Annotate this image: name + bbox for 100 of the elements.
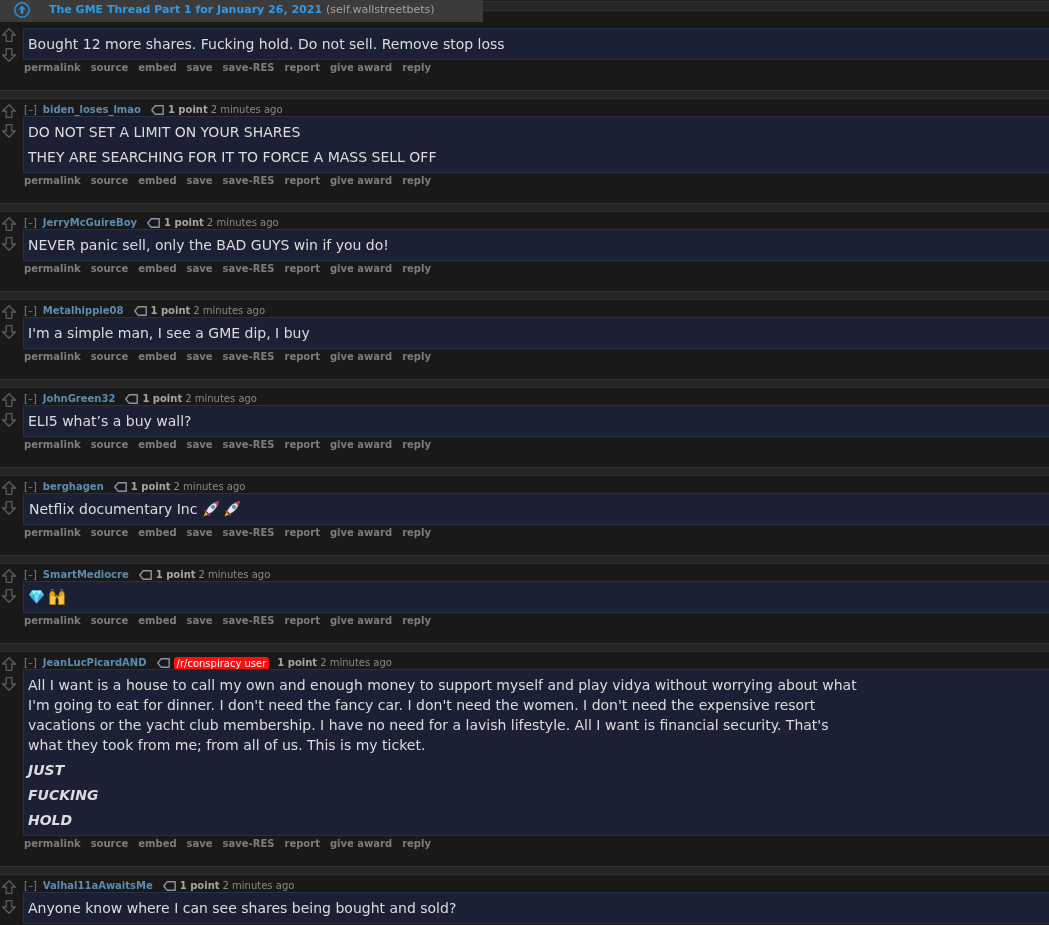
action-link[interactable]: save-RES [222,175,275,187]
action-link[interactable]: report [284,527,320,539]
action-link[interactable]: reply [402,838,431,850]
action-link[interactable]: report [284,838,320,850]
tag-icon[interactable] [138,570,152,580]
tag-icon[interactable] [150,105,164,115]
action-link[interactable]: save-RES [222,838,275,850]
action-link[interactable]: save-RES [222,439,275,451]
action-link[interactable]: permalink [24,351,81,363]
upvote-arrow-icon[interactable] [2,104,16,118]
upvote-arrow-icon[interactable] [2,305,16,319]
action-link[interactable]: embed [138,838,177,850]
action-link[interactable]: reply [402,175,431,187]
username-link[interactable]: berghagen [42,481,104,493]
action-link[interactable]: reply [402,263,431,275]
action-link[interactable]: permalink [24,838,81,850]
action-link[interactable]: embed [138,615,177,627]
tag-icon[interactable] [162,881,176,891]
action-link[interactable]: give award [329,263,393,275]
collapse-toggle[interactable]: [–] [24,305,37,317]
username-link[interactable]: Metalhippie08 [42,305,124,317]
action-link[interactable]: source [90,263,129,275]
action-link[interactable]: report [284,175,320,187]
upvote-arrow-icon[interactable] [2,28,16,42]
action-link[interactable]: save-RES [222,527,275,539]
action-link[interactable]: source [90,175,129,187]
downvote-arrow-icon[interactable] [2,589,16,603]
action-link[interactable]: permalink [24,263,81,275]
action-link[interactable]: embed [138,351,177,363]
action-link[interactable]: embed [138,263,177,275]
action-link[interactable]: reply [402,62,431,74]
collapse-toggle[interactable]: [–] [24,104,37,116]
username-link[interactable]: SmartMediocre [42,569,129,581]
upvote-arrow-icon[interactable] [2,217,16,231]
action-link[interactable]: permalink [24,62,81,74]
action-link[interactable]: save [186,439,213,451]
action-link[interactable]: save [186,263,213,275]
action-link[interactable]: reply [402,351,431,363]
action-link[interactable]: reply [402,615,431,627]
action-link[interactable]: report [284,62,320,74]
action-link[interactable]: embed [138,175,177,187]
action-link[interactable]: save-RES [222,263,275,275]
tag-icon[interactable] [133,306,147,316]
action-link[interactable]: give award [329,527,393,539]
action-link[interactable]: source [90,838,129,850]
downvote-arrow-icon[interactable] [2,677,16,691]
action-link[interactable]: save [186,351,213,363]
username-link[interactable]: JeanLucPicardAND [42,657,147,669]
collapse-toggle[interactable]: [–] [24,880,37,892]
collapse-toggle[interactable]: [–] [24,657,37,669]
collapse-toggle[interactable]: [–] [24,569,37,581]
downvote-arrow-icon[interactable] [2,124,16,138]
action-link[interactable]: report [284,351,320,363]
upvote-arrow-icon[interactable] [2,569,16,583]
action-link[interactable]: report [284,615,320,627]
downvote-arrow-icon[interactable] [2,325,16,339]
action-link[interactable]: save [186,62,213,74]
username-link[interactable]: Valhal11aAwaitsMe [42,880,153,892]
action-link[interactable]: report [284,263,320,275]
action-link[interactable]: permalink [24,439,81,451]
action-link[interactable]: give award [329,62,393,74]
action-link[interactable]: embed [138,439,177,451]
action-link[interactable]: save-RES [222,62,275,74]
downvote-arrow-icon[interactable] [2,237,16,251]
action-link[interactable]: give award [329,351,393,363]
downvote-arrow-icon[interactable] [2,48,16,62]
downvote-arrow-icon[interactable] [2,413,16,427]
thread-title-link[interactable]: The GME Thread Part 1 for January 26, 2021 [49,3,323,17]
tag-icon[interactable] [147,218,161,228]
tag-icon[interactable] [125,394,139,404]
action-link[interactable]: give award [329,439,393,451]
action-link[interactable]: source [90,439,129,451]
upvote-arrow-icon[interactable] [2,880,16,894]
action-link[interactable]: give award [329,838,393,850]
tag-icon[interactable] [156,658,170,668]
tag-icon[interactable] [113,482,127,492]
arrow-up-circle-icon[interactable] [14,2,30,18]
collapse-toggle[interactable]: [–] [24,393,37,405]
downvote-arrow-icon[interactable] [2,501,16,515]
action-link[interactable]: source [90,527,129,539]
action-link[interactable]: save-RES [222,351,275,363]
collapse-toggle[interactable]: [–] [24,481,37,493]
action-link[interactable]: source [90,62,129,74]
username-link[interactable]: JohnGreen32 [42,393,116,405]
action-link[interactable]: give award [329,175,393,187]
upvote-arrow-icon[interactable] [2,393,16,407]
action-link[interactable]: save [186,838,213,850]
action-link[interactable]: save-RES [222,615,275,627]
action-link[interactable]: report [284,439,320,451]
action-link[interactable]: permalink [24,615,81,627]
username-link[interactable]: JerryMcGuireBoy [42,217,138,229]
downvote-arrow-icon[interactable] [2,900,16,914]
action-link[interactable]: save [186,615,213,627]
action-link[interactable]: source [90,615,129,627]
upvote-arrow-icon[interactable] [2,657,16,671]
action-link[interactable]: reply [402,439,431,451]
upvote-arrow-icon[interactable] [2,481,16,495]
action-link[interactable]: give award [329,615,393,627]
action-link[interactable]: save [186,175,213,187]
action-link[interactable]: source [90,351,129,363]
